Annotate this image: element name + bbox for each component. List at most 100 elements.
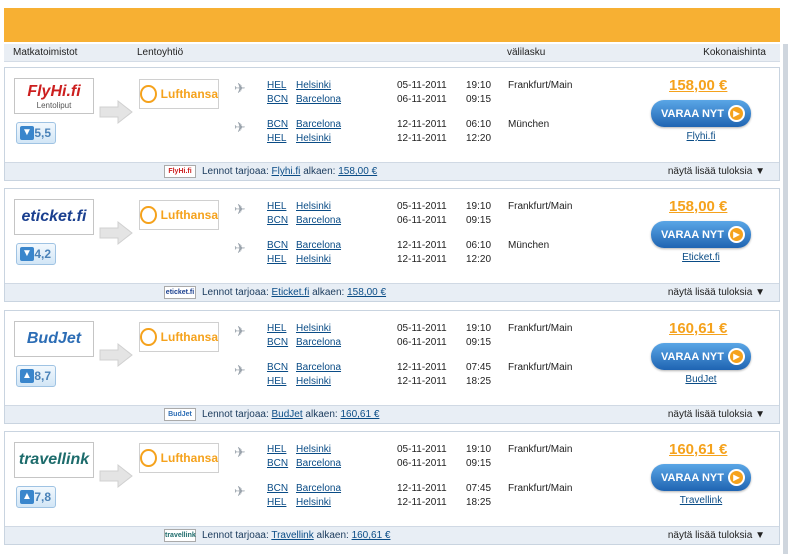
lufthansa-crane-icon <box>140 449 157 467</box>
total-price[interactable]: 158,00 € <box>669 198 727 215</box>
rating-value: 8,7 <box>34 369 51 383</box>
city-link[interactable]: Helsinki <box>296 376 331 387</box>
offer-price-link[interactable]: 160,61 € <box>352 530 391 541</box>
airport-code-link[interactable]: BCN <box>267 94 288 105</box>
flight-time: 19:10 <box>466 444 492 455</box>
agency-link[interactable]: Flyhi.fi <box>651 131 751 142</box>
total-price[interactable]: 158,00 € <box>669 77 727 94</box>
total-price[interactable]: 160,61 € <box>669 441 727 458</box>
flight-time: 19:10 <box>466 80 492 91</box>
agency-link[interactable]: Eticket.fi <box>651 252 751 263</box>
city-link[interactable]: Barcelona <box>296 458 341 469</box>
city-link[interactable]: Helsinki <box>296 80 331 91</box>
airport-code-link[interactable]: BCN <box>267 240 288 251</box>
departure-plane-icon: ✈ <box>234 80 246 96</box>
offer-agency-link[interactable]: Travellink <box>271 530 313 541</box>
scrollbar[interactable] <box>783 44 788 554</box>
airport-code-link[interactable]: HEL <box>267 497 286 508</box>
agency-link[interactable]: Travellink <box>651 495 751 506</box>
airport-code-link[interactable]: BCN <box>267 483 288 494</box>
airport-code-link[interactable]: BCN <box>267 119 288 130</box>
return-plane-icon: ✈ <box>234 483 246 499</box>
header-agency: Matkatoimistot <box>13 47 78 58</box>
airport-code-link[interactable]: HEL <box>267 376 286 387</box>
flight-time: 09:15 <box>466 94 492 105</box>
city-link[interactable]: Barcelona <box>296 119 341 130</box>
city-link[interactable]: Barcelona <box>296 215 341 226</box>
airport-code-link[interactable]: HEL <box>267 80 286 91</box>
flight-time: 18:25 <box>466 376 492 387</box>
airport-code-link[interactable]: HEL <box>267 254 286 265</box>
city-link[interactable]: Helsinki <box>296 323 331 334</box>
agency-logo[interactable]: FlyHi.fi Lentoliput <box>14 78 94 114</box>
airline-name: Lufthansa <box>160 208 218 222</box>
flight-time: 12:20 <box>466 254 492 265</box>
offer-text: Lennot tarjoaa: Flyhi.fi alkaen: 158,00 … <box>202 166 377 177</box>
agency-logo[interactable]: eticket.fi <box>14 199 94 235</box>
show-more-results-link[interactable]: näytä lisää tuloksia ▼ <box>668 530 765 541</box>
city-link[interactable]: Barcelona <box>296 362 341 373</box>
city-link[interactable]: Barcelona <box>296 337 341 348</box>
offer-agency-link[interactable]: Flyhi.fi <box>272 166 301 177</box>
airport-code-link[interactable]: BCN <box>267 215 288 226</box>
offer-agency-link[interactable]: BudJet <box>272 409 303 420</box>
airport-code-link[interactable]: BCN <box>267 458 288 469</box>
city-link[interactable]: Helsinki <box>296 497 331 508</box>
flight-time: 19:10 <box>466 201 492 212</box>
play-arrow-icon: ▶ <box>728 226 745 243</box>
show-more-results-link[interactable]: näytä lisää tuloksia ▼ <box>668 409 765 420</box>
flight-date: 05-11-2011 <box>397 444 447 455</box>
book-now-button[interactable]: VARAA NYT ▶ <box>651 343 751 370</box>
agency-mini-logo: BudJet <box>164 408 196 421</box>
agency-logo[interactable]: travellink <box>14 442 94 478</box>
flight-date: 05-11-2011 <box>397 323 447 334</box>
result-card: travellink ▲ 7,8 Lufthansa ✈ ✈ HEL Helsi… <box>4 431 780 545</box>
agency-link[interactable]: BudJet <box>651 374 751 385</box>
city-link[interactable]: Barcelona <box>296 240 341 251</box>
airport-code-link[interactable]: HEL <box>267 133 286 144</box>
rating-badge[interactable]: ▲ 7,8 <box>16 486 56 508</box>
rating-badge[interactable]: ▲ 8,7 <box>16 365 56 387</box>
departure-plane-icon: ✈ <box>234 444 246 460</box>
result-card: BudJet ▲ 8,7 Lufthansa ✈ ✈ HEL Helsinki … <box>4 310 780 424</box>
show-more-results-link[interactable]: näytä lisää tuloksia ▼ <box>668 287 765 298</box>
offer-price-link[interactable]: 158,00 € <box>347 287 386 298</box>
rating-badge[interactable]: ▼ 4,2 <box>16 243 56 265</box>
city-link[interactable]: Barcelona <box>296 94 341 105</box>
offer-from: alkaen: <box>305 409 338 420</box>
flight-date: 06-11-2011 <box>397 337 447 348</box>
airline-name: Lufthansa <box>160 451 218 465</box>
agency-mini-logo: travellink <box>164 529 196 542</box>
flight-date: 12-11-2011 <box>397 483 447 494</box>
rating-badge[interactable]: ▼ 5,5 <box>16 122 56 144</box>
offer-price-link[interactable]: 160,61 € <box>340 409 379 420</box>
return-plane-icon: ✈ <box>234 240 246 256</box>
city-link[interactable]: Helsinki <box>296 444 331 455</box>
book-now-button[interactable]: VARAA NYT ▶ <box>651 221 751 248</box>
city-link[interactable]: Helsinki <box>296 254 331 265</box>
arrow-right-icon <box>99 342 133 368</box>
airport-code-link[interactable]: HEL <box>267 323 286 334</box>
city-link[interactable]: Helsinki <box>296 133 331 144</box>
city-link[interactable]: Barcelona <box>296 483 341 494</box>
total-price[interactable]: 160,61 € <box>669 320 727 337</box>
book-now-button[interactable]: VARAA NYT ▶ <box>651 100 751 127</box>
result-card: FlyHi.fi Lentoliput ▼ 5,5 Lufthansa ✈ ✈ … <box>4 67 780 181</box>
city-link[interactable]: Helsinki <box>296 201 331 212</box>
offer-agency-link[interactable]: Eticket.fi <box>272 287 310 298</box>
airport-code-link[interactable]: BCN <box>267 362 288 373</box>
offer-footer: BudJet Lennot tarjoaa: BudJet alkaen: 16… <box>5 405 779 423</box>
airport-code-link[interactable]: HEL <box>267 201 286 212</box>
book-now-button[interactable]: VARAA NYT ▶ <box>651 464 751 491</box>
flight-date: 06-11-2011 <box>397 94 447 105</box>
agency-logo[interactable]: BudJet <box>14 321 94 357</box>
show-more-results-link[interactable]: näytä lisää tuloksia ▼ <box>668 166 765 177</box>
header-airline: Lentoyhtiö <box>137 47 184 58</box>
thumbs-down-icon: ▼ <box>20 126 34 140</box>
flight-date: 05-11-2011 <box>397 201 447 212</box>
play-arrow-icon: ▶ <box>728 469 745 486</box>
airport-code-link[interactable]: HEL <box>267 444 286 455</box>
offer-price-link[interactable]: 158,00 € <box>338 166 377 177</box>
flight-time: 18:25 <box>466 497 492 508</box>
airport-code-link[interactable]: BCN <box>267 337 288 348</box>
